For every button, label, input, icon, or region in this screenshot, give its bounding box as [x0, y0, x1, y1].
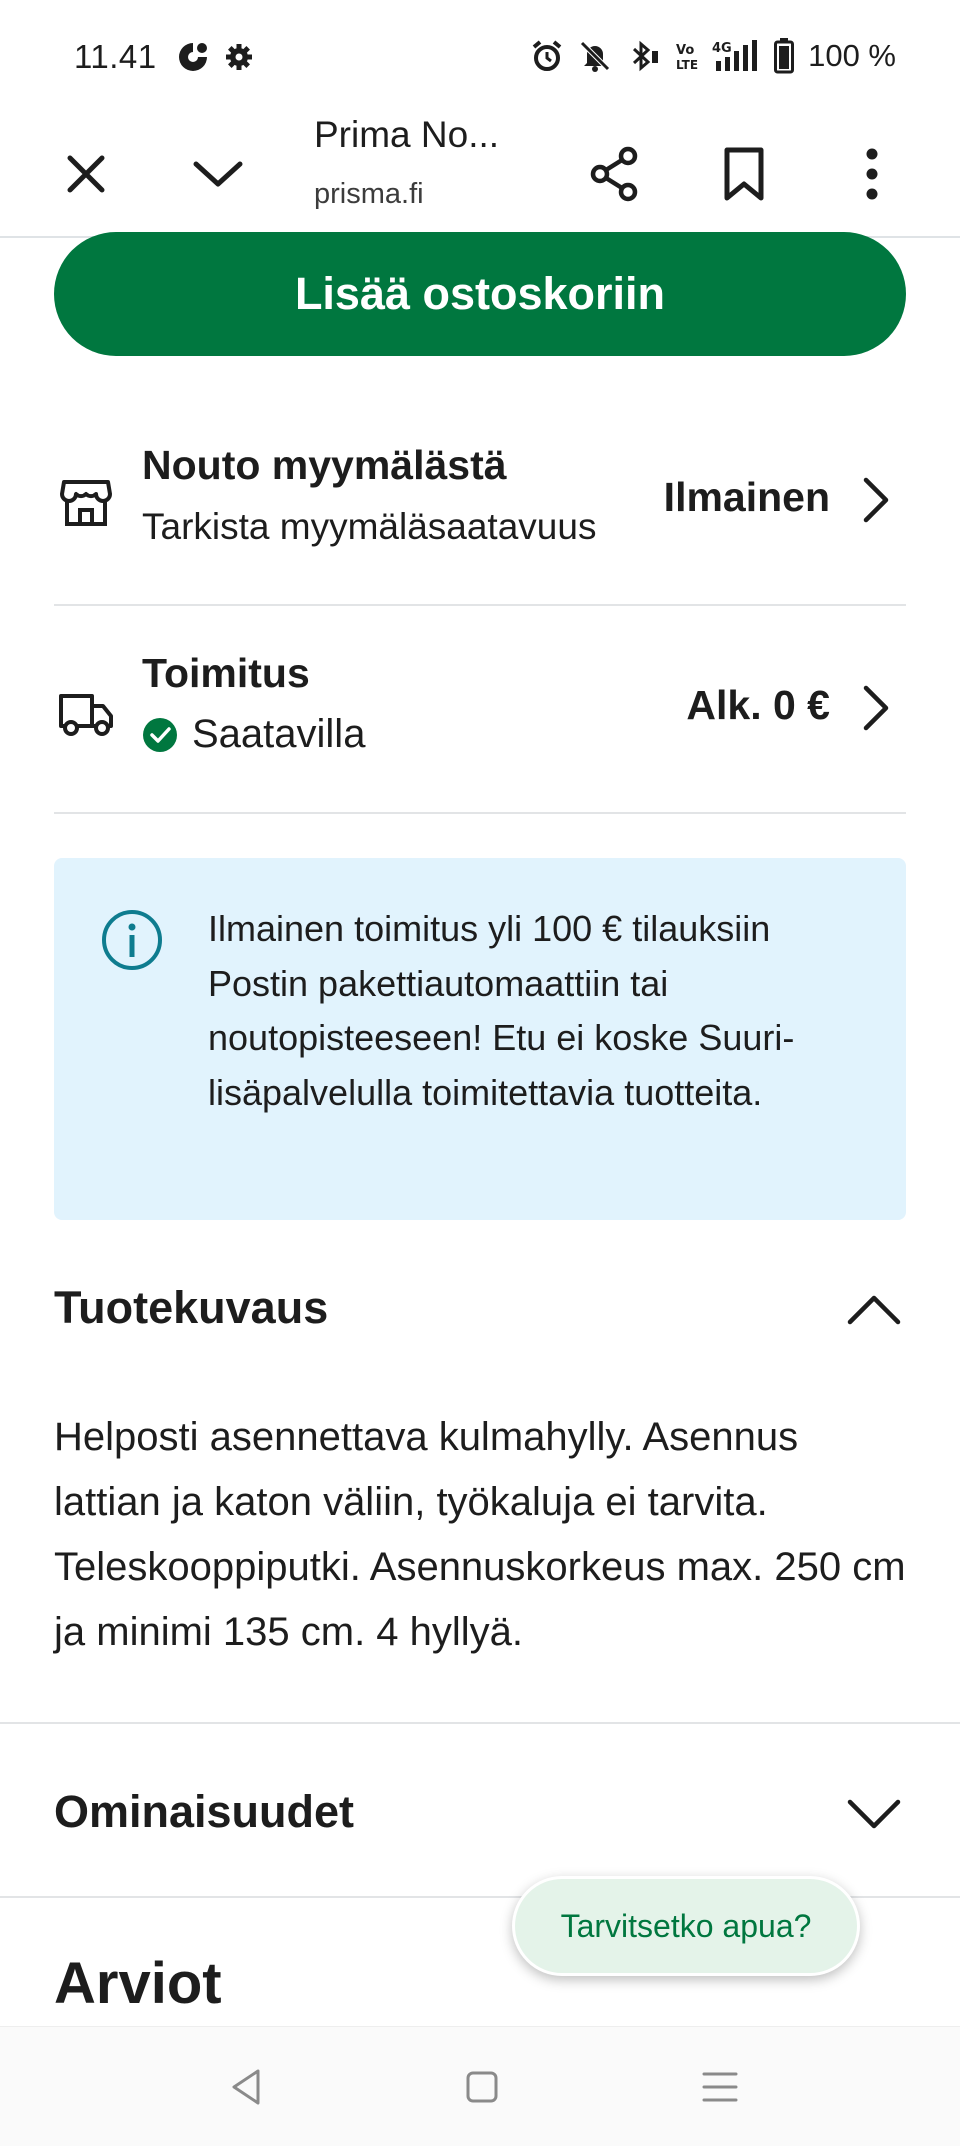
features-header[interactable]: Ominaisuudet — [54, 1772, 906, 1852]
divider — [0, 1722, 960, 1724]
delivery-option[interactable]: Toimitus Saatavilla Alk. 0 € — [54, 606, 906, 814]
chevron-up-icon — [847, 1295, 901, 1325]
pickup-subtitle: Tarkista myymäläsaatavuus — [142, 506, 597, 547]
mute-icon — [580, 41, 610, 72]
battery-percentage: 100 % — [808, 38, 896, 73]
chevron-right-icon — [863, 685, 889, 731]
volte-icon: Vo LTE — [676, 43, 698, 72]
free-shipping-info: Ilmainen toimitus yli 100 € tilauksiin P… — [54, 858, 906, 1220]
svg-text:4G: 4G — [712, 41, 732, 56]
pickup-title: Nouto myymälästä — [142, 442, 507, 488]
check-circle-icon — [143, 717, 177, 752]
pickup-option[interactable]: Nouto myymälästä Tarkista myymäläsaatavu… — [54, 398, 906, 606]
recents-button[interactable] — [692, 2059, 748, 2115]
gear-icon — [226, 44, 252, 70]
back-triangle-icon — [232, 2069, 260, 2105]
info-text: Ilmainen toimitus yli 100 € tilauksiin P… — [208, 908, 795, 1113]
chevron-right-icon — [863, 477, 889, 523]
add-to-cart-button[interactable]: Lisää ostoskoriin — [54, 232, 906, 356]
status-right-icons: Vo LTE 4G 100 % — [530, 38, 896, 74]
reviews-title: Arviot — [54, 1951, 222, 2016]
svg-text:LTE: LTE — [676, 58, 698, 72]
description-title: Tuotekuvaus — [54, 1282, 329, 1333]
truck-icon — [59, 694, 113, 736]
chevron-down-icon — [847, 1799, 901, 1829]
status-bar: 11.41 Vo LTE 4G 100 % — [0, 0, 960, 112]
store-icon — [60, 480, 112, 526]
bluetooth-icon — [633, 40, 659, 72]
menu-lines-icon — [702, 2072, 738, 2102]
signal-4g-icon: 4G — [712, 40, 758, 71]
c-app-icon — [179, 43, 207, 71]
features-title: Ominaisuudet — [54, 1786, 355, 1837]
system-nav-bar — [0, 2026, 960, 2146]
back-button[interactable] — [218, 2059, 274, 2115]
description-text: Helposti asennettava kulmahylly. Asennus… — [54, 1415, 906, 1654]
status-left-icons — [176, 40, 254, 74]
pickup-price: Ilmainen — [663, 474, 830, 520]
delivery-status: Saatavilla — [192, 712, 366, 756]
home-button[interactable] — [454, 2059, 510, 2115]
delivery-availability: Saatavilla — [142, 712, 365, 757]
status-time: 11.41 — [74, 38, 157, 75]
battery-icon — [774, 38, 795, 74]
delivery-price: Alk. 0 € — [686, 682, 830, 728]
info-icon — [102, 910, 162, 970]
home-square-icon — [466, 2071, 498, 2103]
description-header[interactable]: Tuotekuvaus — [54, 1268, 906, 1348]
delivery-title: Toimitus — [142, 650, 310, 696]
svg-text:Vo: Vo — [676, 43, 694, 58]
alarm-icon — [532, 40, 562, 71]
help-chat-button[interactable]: Tarvitsetko apua? — [512, 1876, 860, 1976]
